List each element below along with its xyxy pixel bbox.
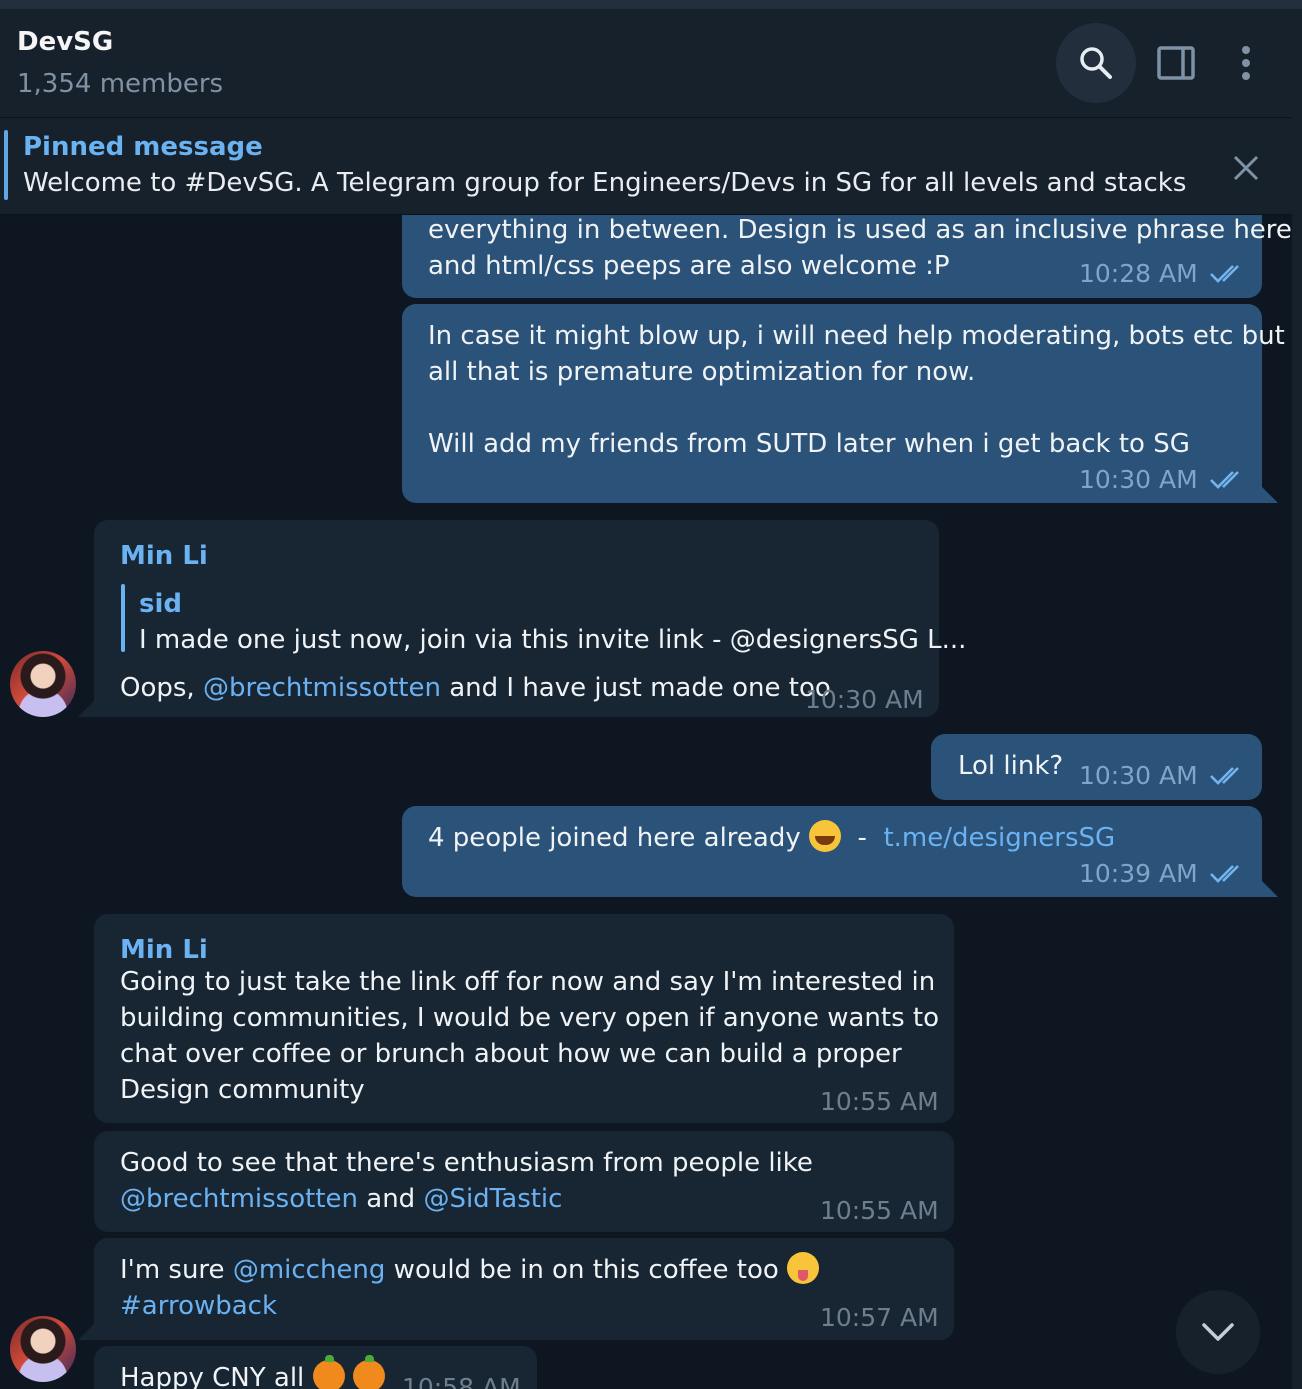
message-text: building communities, I would be very op… [120,1003,940,1033]
message-time: 10:55 AM [820,1196,939,1225]
message-incoming[interactable]: Good to see that there's enthusiasm from… [94,1131,954,1232]
more-vertical-icon [1242,46,1250,80]
message-time: 10:39 AM [1079,859,1198,888]
message-time: 10:30 AM [1079,465,1198,494]
separator: - [857,823,867,853]
message-outgoing[interactable]: 4 people joined here already - t.me/desi… [402,806,1262,897]
double-check-icon [1210,265,1239,283]
message-text: Oops, @brechtmissotten and I have just m… [120,670,831,706]
chat-title[interactable]: DevSG [17,27,113,57]
chat-header[interactable]: DevSG 1,354 members [0,9,1292,118]
message-time: 10:55 AM [820,1087,939,1116]
side-panel-button[interactable] [1136,23,1216,103]
scrollbar[interactable] [1292,9,1302,1389]
message-text-part: would be in on this coffee too [385,1255,779,1285]
side-panel-icon [1157,46,1195,80]
user-mention-link[interactable]: @miccheng [233,1255,386,1285]
message-time: 10:28 AM [1079,259,1198,288]
pinned-message-bar[interactable]: Pinned message Welcome to #DevSG. A Tele… [0,118,1292,215]
message-text: I'm sure @miccheng would be in on this c… [120,1252,820,1288]
message-text-part: I'm sure [120,1255,233,1285]
message-text: 4 people joined here already - t.me/desi… [428,820,1115,856]
message-text: chat over coffee or brunch about how we … [120,1039,902,1069]
close-icon [1233,155,1259,181]
message-time: 10:30 AM [805,685,924,714]
message-text-part: Happy CNY all [120,1363,305,1389]
message-text-part: and [358,1184,424,1214]
double-check-icon [1210,865,1239,883]
laughing-emoji-icon [809,820,842,852]
close-pinned-button[interactable] [1226,148,1266,188]
message-text: Design community [120,1075,365,1105]
winking-tongue-emoji-icon [787,1252,820,1284]
search-button[interactable] [1056,23,1136,103]
reply-accent-bar [121,584,125,652]
reply-text[interactable]: I made one just now, join via this invit… [139,622,966,658]
reply-author[interactable]: sid [139,586,182,622]
message-outgoing[interactable]: Lol link? 10:30 AM [931,734,1262,800]
message-text: @brechtmissotten and @SidTastic [120,1181,562,1217]
bubble-tail [1262,881,1278,897]
message-incoming[interactable]: Min Li sid I made one just now, join via… [94,520,966,717]
invite-link[interactable]: t.me/designersSG [883,823,1115,853]
message-text: Will add my friends from SUTD later when… [428,429,1190,459]
message-list[interactable]: everything in between. Design is used as… [0,214,1292,1389]
chevron-down-icon [1202,1323,1234,1341]
message-text-part: 4 people joined here already [428,823,801,853]
message-text: and html/css peeps are also welcome :P [428,251,950,281]
message-outgoing[interactable]: everything in between. Design is used as… [402,214,1292,298]
search-icon [1080,47,1112,79]
window-top-strip [0,0,1302,9]
message-text-part: Oops, [120,673,203,703]
tangerine-emoji-icon [352,1355,385,1389]
pinned-accent-bar [4,130,8,200]
message-text: Good to see that there's enthusiasm from… [120,1148,813,1178]
bubble-tail [78,701,94,717]
bubble-tail [78,1324,94,1340]
message-text: everything in between. Design is used as… [428,215,1292,245]
double-check-icon [1210,471,1239,489]
double-check-icon [1210,767,1239,785]
pinned-text: Welcome to #DevSG. A Telegram group for … [23,168,1193,198]
message-text: Lol link? [958,751,1064,781]
avatar[interactable] [10,651,76,717]
scroll-to-bottom-button[interactable] [1176,1290,1260,1374]
tangerine-emoji-icon [312,1355,345,1389]
hashtag-link[interactable]: #arrowback [120,1288,277,1324]
message-time: 10:30 AM [1079,761,1198,790]
user-mention-link[interactable]: @brechtmissotten [120,1184,358,1214]
message-text: Going to just take the link off for now … [120,967,936,997]
message-time: 10:58 AM [402,1373,521,1389]
member-count: 1,354 members [17,69,224,99]
bubble-tail [1262,487,1278,503]
message-outgoing[interactable]: In case it might blow up, i will need he… [402,304,1285,503]
more-options-button[interactable] [1206,23,1286,103]
sender-name[interactable]: Min Li [120,538,208,574]
user-mention-link[interactable]: @SidTastic [423,1184,562,1214]
avatar[interactable] [10,1316,76,1382]
user-mention-link[interactable]: @brechtmissotten [203,673,441,703]
message-incoming[interactable]: I'm sure @miccheng would be in on this c… [94,1238,954,1340]
sender-name[interactable]: Min Li [120,932,208,968]
message-text: all that is premature optimization for n… [428,357,976,387]
message-text: In case it might blow up, i will need he… [428,321,1285,351]
message-text: Happy CNY all [120,1355,385,1389]
message-incoming[interactable]: Min Li Going to just take the link off f… [94,914,954,1123]
message-incoming[interactable]: Happy CNY all 10:58 AM [94,1346,537,1389]
message-text-part: and I have just made one too [440,673,831,703]
pinned-title: Pinned message [23,132,263,162]
message-time: 10:57 AM [820,1303,939,1332]
